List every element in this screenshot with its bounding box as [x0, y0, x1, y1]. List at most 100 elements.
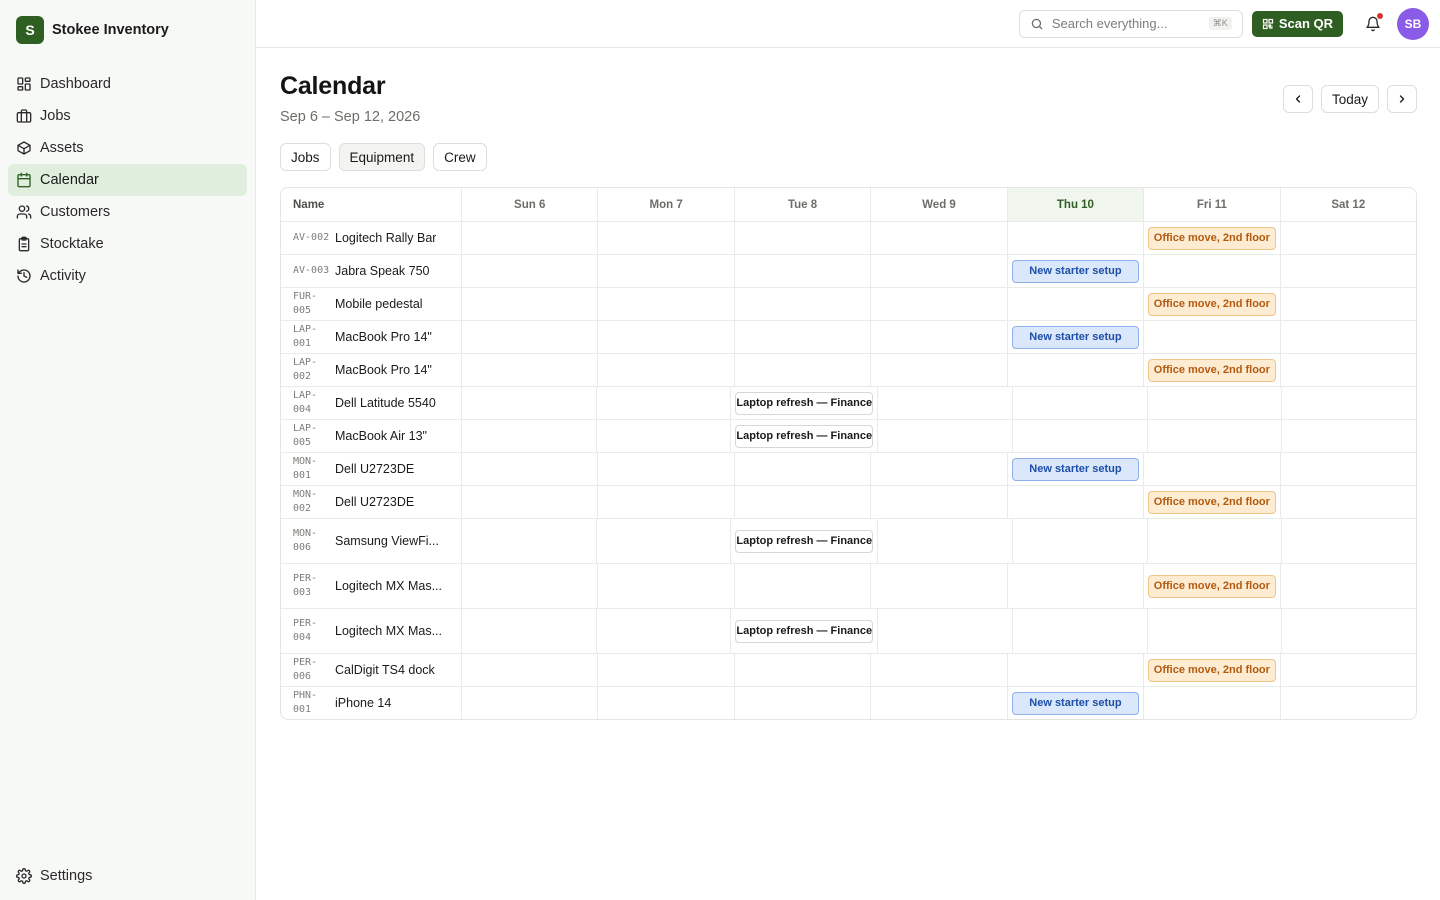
day-cell[interactable] — [461, 255, 597, 287]
day-cell[interactable] — [1279, 654, 1416, 686]
day-cell[interactable] — [1006, 354, 1143, 386]
day-cell[interactable] — [597, 453, 733, 485]
day-cell[interactable] — [733, 564, 870, 608]
sidebar-item-calendar[interactable]: Calendar — [8, 164, 247, 196]
day-cell[interactable]: New starter setup — [1006, 687, 1143, 719]
day-cell[interactable] — [461, 564, 597, 608]
day-cell[interactable]: Office move, 2nd floor — [1143, 288, 1279, 320]
day-cell[interactable] — [461, 609, 596, 653]
day-cell[interactable] — [1279, 354, 1416, 386]
day-cell[interactable] — [597, 687, 733, 719]
booking-event[interactable]: New starter setup — [1011, 691, 1140, 715]
day-cell[interactable] — [1011, 387, 1147, 419]
day-cell[interactable] — [597, 564, 733, 608]
notifications-button[interactable] — [1361, 12, 1385, 36]
day-cell[interactable] — [461, 453, 597, 485]
asset-cell[interactable]: LAP-001 MacBook Pro 14" — [281, 321, 461, 353]
day-cell[interactable] — [870, 564, 1006, 608]
day-cell[interactable] — [877, 420, 1012, 452]
next-week-button[interactable] — [1387, 85, 1417, 113]
search-input[interactable]: Search everything... ⌘K — [1018, 9, 1243, 38]
day-cell[interactable] — [1279, 222, 1416, 254]
tab-crew[interactable]: Crew — [433, 143, 487, 171]
sidebar-item-customers[interactable]: Customers — [8, 196, 247, 228]
day-cell[interactable] — [733, 687, 870, 719]
day-cell[interactable] — [1143, 321, 1279, 353]
day-cell[interactable] — [1006, 288, 1143, 320]
asset-cell[interactable]: MON-002 Dell U2723DE — [281, 486, 461, 518]
asset-cell[interactable]: MON-001 Dell U2723DE — [281, 453, 461, 485]
booking-event[interactable]: New starter setup — [1011, 259, 1140, 283]
day-cell[interactable]: New starter setup — [1006, 453, 1143, 485]
asset-cell[interactable]: MON-006 Samsung ViewFi... — [281, 519, 461, 563]
day-cell[interactable] — [870, 255, 1006, 287]
asset-cell[interactable]: AV-003 Jabra Speak 750 — [281, 255, 461, 287]
day-cell[interactable] — [597, 654, 733, 686]
sidebar-item-jobs[interactable]: Jobs — [8, 100, 247, 132]
booking-event[interactable]: New starter setup — [1011, 325, 1140, 349]
day-cell[interactable] — [1143, 255, 1279, 287]
day-cell[interactable] — [461, 387, 596, 419]
day-cell[interactable] — [1279, 255, 1416, 287]
day-cell[interactable] — [597, 222, 733, 254]
day-cell[interactable] — [1146, 387, 1282, 419]
day-cell[interactable] — [461, 288, 597, 320]
day-cell[interactable] — [870, 486, 1006, 518]
asset-cell[interactable]: PHN-001 iPhone 14 — [281, 687, 461, 719]
asset-cell[interactable]: PER-004 Logitech MX Mas... — [281, 609, 461, 653]
booking-event[interactable]: New starter setup — [1011, 457, 1140, 481]
sidebar-item-activity[interactable]: Activity — [8, 260, 247, 292]
day-cell[interactable] — [733, 654, 870, 686]
booking-event[interactable]: Laptop refresh — Finance — [735, 424, 874, 448]
day-cell[interactable] — [870, 687, 1006, 719]
day-cell[interactable] — [1006, 654, 1143, 686]
booking-event[interactable]: Laptop refresh — Finance — [735, 391, 874, 415]
day-cell[interactable] — [1279, 288, 1416, 320]
day-cell[interactable] — [1281, 609, 1416, 653]
sidebar-item-settings[interactable]: Settings — [8, 860, 247, 892]
day-cell[interactable] — [733, 354, 870, 386]
tab-jobs[interactable]: Jobs — [280, 143, 331, 171]
asset-cell[interactable]: AV-002 Logitech Rally Bar — [281, 222, 461, 254]
day-cell[interactable] — [877, 387, 1012, 419]
day-cell[interactable] — [461, 222, 597, 254]
booking-event[interactable]: Office move, 2nd floor — [1148, 292, 1276, 316]
day-cell[interactable]: Office move, 2nd floor — [1143, 564, 1279, 608]
day-cell[interactable] — [461, 486, 597, 518]
prev-week-button[interactable] — [1282, 85, 1313, 113]
asset-cell[interactable]: LAP-004 Dell Latitude 5540 — [281, 387, 461, 419]
asset-cell[interactable]: FUR-005 Mobile pedestal — [281, 288, 461, 320]
day-cell[interactable] — [1011, 420, 1147, 452]
day-cell[interactable] — [1281, 519, 1416, 563]
sidebar-item-assets[interactable]: Assets — [8, 132, 247, 164]
day-cell[interactable] — [733, 255, 870, 287]
day-cell[interactable] — [1279, 486, 1416, 518]
asset-cell[interactable]: LAP-002 MacBook Pro 14" — [281, 354, 461, 386]
day-cell[interactable] — [597, 486, 733, 518]
day-cell[interactable] — [597, 321, 733, 353]
day-cell[interactable] — [733, 453, 870, 485]
booking-event[interactable]: Laptop refresh — Finance — [735, 619, 874, 643]
booking-event[interactable]: Office move, 2nd floor — [1148, 658, 1276, 682]
booking-event[interactable]: Office move, 2nd floor — [1148, 358, 1276, 382]
day-cell[interactable] — [597, 354, 733, 386]
day-cell[interactable]: Laptop refresh — Finance — [730, 420, 877, 452]
day-cell[interactable] — [595, 420, 731, 452]
day-cell[interactable] — [461, 687, 597, 719]
day-cell[interactable] — [733, 321, 870, 353]
day-cell[interactable] — [461, 519, 596, 563]
day-cell[interactable]: Office move, 2nd floor — [1143, 654, 1279, 686]
day-cell[interactable] — [877, 609, 1012, 653]
booking-event[interactable]: Office move, 2nd floor — [1148, 574, 1276, 598]
day-cell[interactable] — [1006, 564, 1143, 608]
asset-cell[interactable]: PER-006 CalDigit TS4 dock — [281, 654, 461, 686]
day-cell[interactable] — [461, 354, 597, 386]
day-cell[interactable] — [1279, 687, 1416, 719]
day-cell[interactable] — [597, 288, 733, 320]
day-cell[interactable] — [870, 288, 1006, 320]
scan-qr-button[interactable]: Scan QR — [1251, 10, 1343, 37]
day-cell[interactable]: New starter setup — [1006, 255, 1143, 287]
day-cell[interactable] — [870, 654, 1006, 686]
day-cell[interactable]: Laptop refresh — Finance — [730, 609, 877, 653]
day-cell[interactable] — [461, 420, 596, 452]
